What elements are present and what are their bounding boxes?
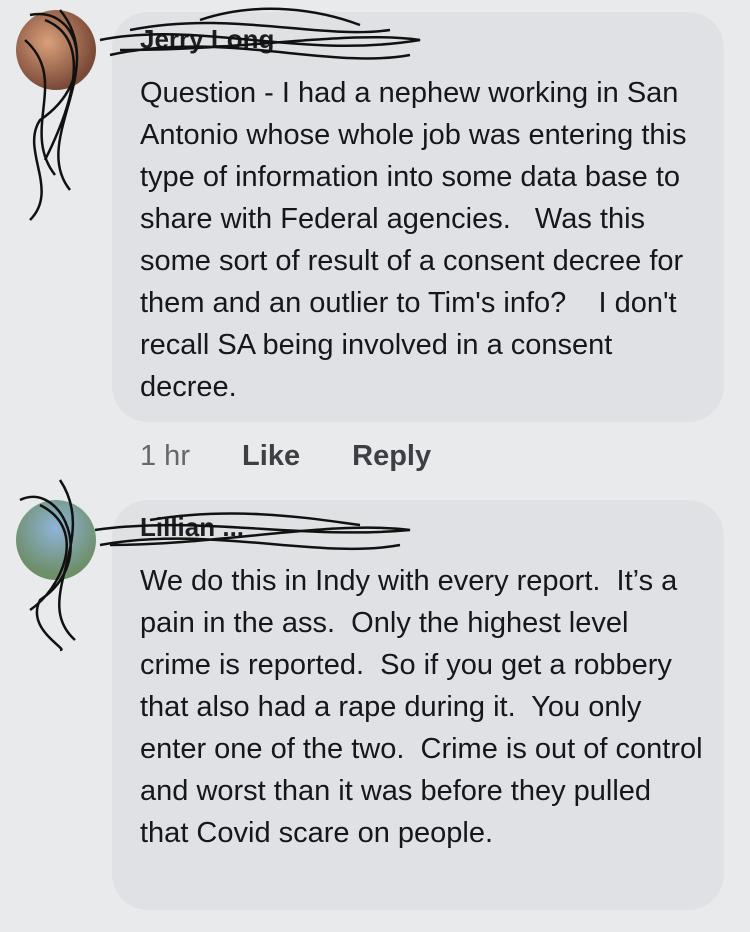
- comment-bubble: Jerry Long Question - I had a nephew wor…: [112, 12, 724, 422]
- comment-text: We do this in Indy with every report. It…: [140, 565, 711, 849]
- comment-bubble: Lillian ... We do this in Indy with ever…: [112, 500, 724, 910]
- comment-actions: 1 hr Like Reply: [140, 440, 475, 473]
- comment-text: Question - I had a nephew working in San…: [140, 77, 695, 403]
- avatar[interactable]: [16, 500, 96, 580]
- comment-author[interactable]: Lillian ...: [140, 512, 244, 543]
- reply-button[interactable]: Reply: [352, 440, 431, 472]
- comment-author[interactable]: Jerry Long: [140, 24, 274, 55]
- comment-timestamp[interactable]: 1 hr: [140, 440, 190, 472]
- avatar[interactable]: [16, 10, 96, 90]
- like-button[interactable]: Like: [242, 440, 300, 472]
